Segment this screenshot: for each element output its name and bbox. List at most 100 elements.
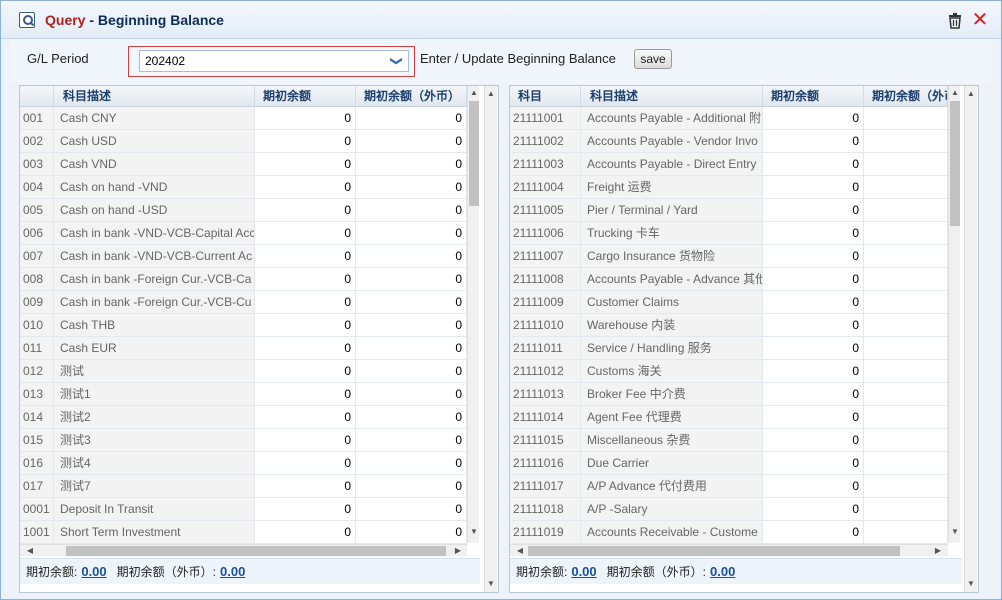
- balance-cell[interactable]: 0: [255, 268, 356, 291]
- period-select[interactable]: 202402 ❯: [139, 50, 409, 72]
- scroll-right-icon[interactable]: ▶: [452, 545, 464, 557]
- balance-cell[interactable]: 0: [255, 383, 356, 406]
- balance-cell[interactable]: 0: [255, 130, 356, 153]
- balance-fx-cell[interactable]: [864, 245, 948, 268]
- scroll-up-icon[interactable]: ▲: [485, 88, 497, 100]
- table-row[interactable]: 21111014 Agent Fee 代理费 0: [510, 406, 948, 429]
- table-row[interactable]: 015 测试3 0 0: [20, 429, 467, 452]
- footer-balance-fx-value[interactable]: 0.00: [220, 564, 245, 579]
- table-row[interactable]: 016 测试4 0 0: [20, 452, 467, 475]
- left-panel-vscrollbar[interactable]: ▲ ▼: [484, 86, 497, 592]
- right-panel-vscrollbar[interactable]: ▲ ▼: [964, 86, 977, 592]
- table-row[interactable]: 21111017 A/P Advance 代付费用 0: [510, 475, 948, 498]
- table-row[interactable]: 21111004 Freight 运费 0: [510, 176, 948, 199]
- balance-cell[interactable]: 0: [763, 406, 864, 429]
- right-grid-hscroll-thumb[interactable]: [528, 546, 900, 556]
- scroll-down-icon[interactable]: ▼: [965, 578, 977, 590]
- header-balance[interactable]: 期初余额: [763, 86, 864, 107]
- balance-fx-cell[interactable]: 0: [356, 475, 467, 498]
- table-row[interactable]: 006 Cash in bank -VND-VCB-Capital Acc 0 0: [20, 222, 467, 245]
- balance-fx-cell[interactable]: 0: [356, 360, 467, 383]
- balance-cell[interactable]: 0: [763, 222, 864, 245]
- scroll-up-icon[interactable]: ▲: [468, 87, 480, 99]
- table-row[interactable]: 013 测试1 0 0: [20, 383, 467, 406]
- header-balance-fx[interactable]: 期初余额（外币）: [356, 86, 467, 107]
- header-balance-fx[interactable]: 期初余额（外币）: [864, 86, 948, 107]
- balance-fx-cell[interactable]: [864, 153, 948, 176]
- balance-cell[interactable]: 0: [255, 406, 356, 429]
- balance-fx-cell[interactable]: 0: [356, 268, 467, 291]
- balance-fx-cell[interactable]: [864, 360, 948, 383]
- balance-cell[interactable]: 0: [255, 291, 356, 314]
- balance-cell[interactable]: 0: [763, 521, 864, 544]
- balance-cell[interactable]: 0: [255, 176, 356, 199]
- balance-fx-cell[interactable]: 0: [356, 406, 467, 429]
- balance-fx-cell[interactable]: [864, 429, 948, 452]
- balance-fx-cell[interactable]: 0: [356, 199, 467, 222]
- balance-cell[interactable]: 0: [763, 176, 864, 199]
- balance-fx-cell[interactable]: 0: [356, 452, 467, 475]
- table-row[interactable]: 007 Cash in bank -VND-VCB-Current Ac 0 0: [20, 245, 467, 268]
- right-grid-hscrollbar[interactable]: ◀ ▶: [510, 544, 948, 556]
- balance-cell[interactable]: 0: [763, 107, 864, 130]
- balance-cell[interactable]: 0: [763, 268, 864, 291]
- left-grid-vscroll-thumb[interactable]: [469, 101, 479, 206]
- table-row[interactable]: 012 测试 0 0: [20, 360, 467, 383]
- right-grid-vscroll-thumb[interactable]: [950, 101, 960, 226]
- save-button[interactable]: save: [634, 49, 672, 69]
- balance-fx-cell[interactable]: [864, 291, 948, 314]
- left-grid-vscrollbar[interactable]: ▲ ▼: [467, 86, 479, 543]
- footer-balance-value[interactable]: 0.00: [81, 564, 106, 579]
- table-row[interactable]: 017 测试7 0 0: [20, 475, 467, 498]
- balance-fx-cell[interactable]: [864, 383, 948, 406]
- balance-cell[interactable]: 0: [763, 245, 864, 268]
- balance-cell[interactable]: 0: [255, 429, 356, 452]
- balance-fx-cell[interactable]: 0: [356, 222, 467, 245]
- table-row[interactable]: 21111015 Miscellaneous 杂费 0: [510, 429, 948, 452]
- scroll-down-icon[interactable]: ▼: [485, 578, 497, 590]
- balance-fx-cell[interactable]: [864, 314, 948, 337]
- balance-fx-cell[interactable]: 0: [356, 337, 467, 360]
- table-row[interactable]: 21111013 Broker Fee 中介费 0: [510, 383, 948, 406]
- table-row[interactable]: 21111010 Warehouse 内装 0: [510, 314, 948, 337]
- balance-fx-cell[interactable]: 0: [356, 107, 467, 130]
- balance-fx-cell[interactable]: 0: [356, 429, 467, 452]
- balance-cell[interactable]: 0: [255, 498, 356, 521]
- balance-cell[interactable]: 0: [255, 475, 356, 498]
- balance-cell[interactable]: 0: [255, 222, 356, 245]
- balance-cell[interactable]: 0: [763, 383, 864, 406]
- left-grid-hscrollbar[interactable]: ◀ ▶: [20, 544, 467, 556]
- chevron-down-icon[interactable]: ❯: [389, 52, 405, 70]
- balance-fx-cell[interactable]: 0: [356, 498, 467, 521]
- table-row[interactable]: 010 Cash THB 0 0: [20, 314, 467, 337]
- balance-fx-cell[interactable]: [864, 452, 948, 475]
- balance-cell[interactable]: 0: [763, 429, 864, 452]
- scroll-down-icon[interactable]: ▼: [949, 526, 961, 538]
- table-row[interactable]: 21111009 Customer Claims 0: [510, 291, 948, 314]
- table-row[interactable]: 002 Cash USD 0 0: [20, 130, 467, 153]
- balance-fx-cell[interactable]: 0: [356, 245, 467, 268]
- balance-cell[interactable]: 0: [255, 153, 356, 176]
- balance-cell[interactable]: 0: [255, 452, 356, 475]
- table-row[interactable]: 003 Cash VND 0 0: [20, 153, 467, 176]
- balance-cell[interactable]: 0: [255, 107, 356, 130]
- header-desc[interactable]: 科目描述: [581, 86, 763, 107]
- balance-cell[interactable]: 0: [763, 360, 864, 383]
- table-row[interactable]: 21111007 Cargo Insurance 货物险 0: [510, 245, 948, 268]
- scroll-up-icon[interactable]: ▲: [965, 88, 977, 100]
- balance-fx-cell[interactable]: [864, 130, 948, 153]
- scroll-left-icon[interactable]: ◀: [514, 545, 526, 557]
- table-row[interactable]: 21111018 A/P -Salary 0: [510, 498, 948, 521]
- balance-cell[interactable]: 0: [763, 130, 864, 153]
- balance-cell[interactable]: 0: [763, 199, 864, 222]
- scroll-right-icon[interactable]: ▶: [932, 545, 944, 557]
- balance-fx-cell[interactable]: 0: [356, 130, 467, 153]
- table-row[interactable]: 21111001 Accounts Payable - Additional 附0: [510, 107, 948, 130]
- table-row[interactable]: 21111005 Pier / Terminal / Yard 0: [510, 199, 948, 222]
- balance-cell[interactable]: 0: [763, 337, 864, 360]
- balance-cell[interactable]: 0: [763, 475, 864, 498]
- table-row[interactable]: 011 Cash EUR 0 0: [20, 337, 467, 360]
- balance-fx-cell[interactable]: [864, 199, 948, 222]
- balance-fx-cell[interactable]: [864, 475, 948, 498]
- balance-fx-cell[interactable]: [864, 222, 948, 245]
